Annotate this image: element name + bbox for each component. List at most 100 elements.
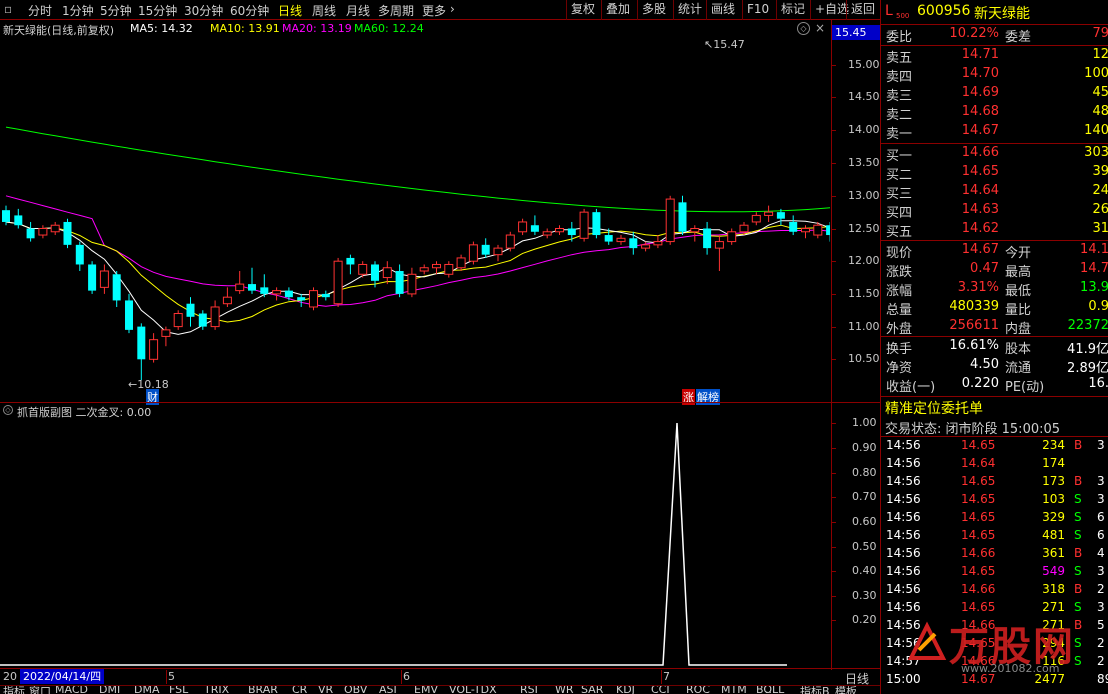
indicator-tab-22[interactable]: ... (765, 686, 776, 694)
tick-price: 14.65 (961, 564, 996, 578)
tick-time: 14:56 (886, 546, 921, 560)
indicator-tab-0[interactable]: 指标 (3, 686, 25, 694)
stat-label: PE(动) (1005, 380, 1045, 395)
indicator-tab-10[interactable]: OBV (344, 686, 367, 694)
period-tab-2[interactable]: 5分钟 (100, 2, 132, 19)
candle-body (26, 228, 35, 239)
period-tab-7[interactable]: 周线 (312, 2, 336, 19)
toolbar-button-8[interactable]: 返回 (846, 0, 879, 20)
toolbar-button-3[interactable]: 统计 (673, 0, 706, 20)
period-tab-8[interactable]: 月线 (346, 2, 370, 19)
candle-body (801, 228, 810, 233)
stat-value: 0.47 (970, 261, 999, 276)
indicator-tab-20[interactable]: MTM (721, 686, 747, 694)
toolbar-button-6[interactable]: 标记 (776, 0, 809, 20)
tick-price: 14.65 (961, 528, 996, 542)
period-tab-4[interactable]: 30分钟 (184, 2, 223, 19)
candlestick-chart[interactable] (0, 38, 830, 400)
toolbar-button-0[interactable]: 复权 (566, 0, 599, 20)
stat-value: 480339 (949, 299, 999, 314)
order-book-row: 买三 14.64 24 (881, 183, 1108, 202)
candle-body (333, 260, 343, 305)
tick-volume: 329 (1042, 510, 1065, 524)
stat-value: 14.1 (1080, 242, 1108, 257)
level-sub: 500 (896, 12, 910, 20)
xaxis-divider (0, 668, 880, 669)
level-label: 买四 (886, 206, 913, 221)
indicator-tab-13[interactable]: VOL-TDX (449, 686, 497, 694)
indicator-tab-1[interactable]: 窗口 (29, 686, 51, 694)
period-tab-0[interactable]: 分时 (28, 2, 52, 19)
indicator-tab-14[interactable]: RSI (520, 686, 538, 694)
indicator-tab-15[interactable]: WR (555, 686, 574, 694)
toolbar-button-4[interactable]: 画线 (706, 0, 739, 20)
indicator-tab-18[interactable]: CCI (651, 686, 670, 694)
indicator-tab-12[interactable]: EMV (414, 686, 438, 694)
xaxis-tick (166, 670, 167, 684)
candle-body (235, 283, 245, 292)
candle-body (542, 231, 552, 236)
ma-legend-item: MA5: 14.32 (130, 22, 193, 35)
toolbar-button-5[interactable]: F10 (742, 0, 773, 20)
indicator-tab-19[interactable]: ROC (686, 686, 710, 694)
weicha-value: 79 (1092, 26, 1108, 41)
indicator-tab-24[interactable]: 模板 (835, 686, 857, 694)
period-tab-5[interactable]: 60分钟 (230, 2, 269, 19)
indicator-chart[interactable] (0, 405, 830, 668)
window-menu-icon[interactable]: ▫ (4, 2, 12, 16)
price-tick-mark (832, 261, 836, 262)
candle-body (284, 290, 293, 298)
stat-label: 净资 (886, 361, 913, 376)
indicator-tab-4[interactable]: DMA (134, 686, 160, 694)
indicator-tab-9[interactable]: VR (318, 686, 333, 694)
tick-row: 15:00 14.67 2477 89 (881, 672, 1108, 690)
tick-volume: 234 (1042, 438, 1065, 452)
tick-count: 89 (1097, 672, 1108, 686)
stat-row: 外盘 256611 内盘 22372 (881, 318, 1108, 337)
candle-body (616, 237, 626, 243)
stat-row: 涨幅 3.31% 最低 13.9 (881, 280, 1108, 299)
order-book-row: 卖三 14.69 45 (881, 85, 1108, 104)
level-volume: 140 (1084, 123, 1108, 138)
close-icon[interactable]: × (815, 21, 825, 35)
tick-count: 3 (1097, 600, 1105, 614)
indicator-tab-2[interactable]: MACD (55, 686, 88, 694)
tick-count: 2 (1097, 636, 1105, 650)
period-tab-1[interactable]: 1分钟 (62, 2, 94, 19)
tick-row: 14:57 14.66 116 S 2 (881, 654, 1108, 672)
toolbar-button-2[interactable]: 多股 (637, 0, 670, 20)
stat-value: 41.9亿 (1067, 342, 1108, 357)
indicator-tab-3[interactable]: DMI (99, 686, 120, 694)
indicator-tab-6[interactable]: TRIX (204, 686, 229, 694)
tick-side: B (1074, 438, 1083, 452)
period-tab-3[interactable]: 15分钟 (138, 2, 177, 19)
settings-icon[interactable]: ◇ (797, 22, 810, 35)
candle-body (444, 263, 454, 275)
candle-body (173, 313, 183, 328)
period-tab-9[interactable]: 多周期 (378, 2, 414, 19)
candle-body (371, 264, 379, 281)
period-toolbar: 分时 1分钟 5分钟 15分钟 30分钟 60分钟 日线 周线 月线 多周期 更多 › 复权 叠加 多股 统计… (0, 0, 880, 20)
candle-body (604, 235, 613, 242)
tick-row: 14:56 14.66 271 B 5 (881, 618, 1108, 636)
candle-body (137, 326, 146, 360)
tick-row: 14:56 14.66 361 B 4 (881, 546, 1108, 564)
more-chevron-icon[interactable]: › (450, 2, 455, 16)
indicator-tab-7[interactable]: BRAR (248, 686, 278, 694)
period-tab-10[interactable]: 更多 (422, 2, 446, 19)
indicator-tab-5[interactable]: FSL (169, 686, 188, 694)
indicator-tab-17[interactable]: KDJ (616, 686, 635, 694)
weicha-label: 委差 (1005, 30, 1032, 45)
period-tab-6[interactable]: 日线 (278, 2, 302, 19)
indicator-tab-8[interactable]: CR (292, 686, 307, 694)
tick-row: 14:56 14.65 481 S 6 (881, 528, 1108, 546)
indicator-tab-11[interactable]: ASI (379, 686, 397, 694)
order-link[interactable]: 精准定位委托单 (885, 398, 983, 418)
indicator-tab-16[interactable]: SAR (581, 686, 603, 694)
candle-body (272, 290, 282, 295)
candle-body (468, 244, 478, 262)
indicator-tabbar: 指标 窗口 MACD DMI DMA FSL TRIX BRAR CR VR OBV ASI EMV VO… (0, 685, 880, 694)
indicator-tab-23[interactable]: 指标B (800, 686, 830, 694)
high-value: 15.47 (713, 38, 745, 51)
toolbar-button-1[interactable]: 叠加 (601, 0, 634, 20)
